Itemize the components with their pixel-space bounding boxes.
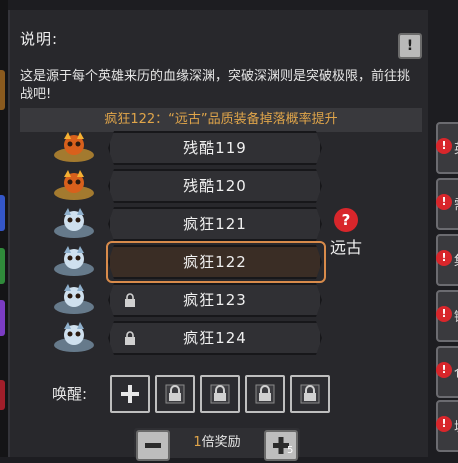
- floor-button[interactable]: 残酷120: [108, 169, 322, 203]
- left-gem: [0, 300, 5, 336]
- ice-skull-icon: [54, 246, 94, 276]
- left-gem: [0, 248, 5, 284]
- alert-badge: !: [436, 138, 452, 154]
- multiplier-value: 1: [193, 435, 202, 450]
- ice-skull-icon: [54, 322, 94, 352]
- floor-button[interactable]: 残酷119: [108, 131, 322, 165]
- left-gem: [0, 70, 5, 110]
- left-gem: [0, 380, 5, 410]
- side-tab-label: 城: [454, 416, 458, 435]
- floor-row[interactable]: 疯狂124: [50, 321, 330, 353]
- ice-skull-icon: [54, 208, 94, 238]
- drop-bonus-banner: 疯狂122：“远古”品质装备掉落概率提升: [20, 108, 422, 132]
- floor-button[interactable]: 疯狂122: [108, 245, 322, 279]
- alert-badge: !: [436, 306, 452, 322]
- awaken-locked-slot[interactable]: [200, 375, 240, 413]
- multiplier-minus-button[interactable]: [136, 430, 170, 461]
- floor-label: 疯狂123: [183, 291, 247, 309]
- awaken-add-slot[interactable]: [110, 375, 150, 413]
- floor-label: 疯狂122: [183, 253, 247, 271]
- side-tab[interactable]: !英: [436, 122, 458, 174]
- floor-row[interactable]: 残酷120: [50, 169, 330, 201]
- lock-icon: [210, 384, 230, 404]
- side-tab[interactable]: !仓: [436, 346, 458, 398]
- multiplier-label: 1倍奖励: [170, 432, 264, 454]
- minus-icon: [145, 443, 161, 448]
- quality-label: 远古: [330, 238, 363, 257]
- lock-icon: [165, 384, 185, 404]
- floor-label: 疯狂124: [183, 329, 247, 347]
- floor-button[interactable]: 疯狂123: [108, 283, 322, 317]
- floor-label: 疯狂121: [183, 215, 247, 233]
- left-edge-strip: [0, 0, 8, 457]
- exclamation-icon: !: [406, 38, 414, 54]
- alert-badge: !: [436, 416, 452, 432]
- multiplier-text: 倍奖励: [201, 435, 241, 450]
- awaken-locked-slot[interactable]: [290, 375, 330, 413]
- fire-skull-icon: [54, 170, 94, 200]
- floor-row[interactable]: 疯狂122: [50, 245, 330, 277]
- side-tab[interactable]: !锻: [436, 290, 458, 342]
- left-gem: [0, 195, 5, 231]
- plus-icon: [121, 385, 139, 403]
- side-tab-label: 需: [454, 194, 458, 213]
- awaken-label: 唤醒:: [52, 385, 88, 403]
- alert-badge: !: [436, 362, 452, 378]
- info-button[interactable]: !: [398, 33, 422, 59]
- lock-icon: [300, 384, 320, 404]
- panel-title: 说明:: [20, 30, 59, 48]
- side-tab-label: 锻: [454, 306, 458, 325]
- awaken-locked-slot[interactable]: [155, 375, 195, 413]
- lock-icon: [255, 384, 275, 404]
- alert-badge: !: [436, 250, 452, 266]
- side-tab-label: 英: [454, 138, 458, 157]
- floor-button[interactable]: 疯狂121: [108, 207, 322, 241]
- panel-description: 这是源于每个英雄来历的血缘深渊，突破深渊则是突破极限，前往挑战吧!: [20, 69, 411, 102]
- side-tab-label: 仓: [454, 362, 458, 381]
- alert-badge: !: [436, 194, 452, 210]
- floor-row[interactable]: 残酷119: [50, 131, 330, 163]
- side-tab-label: 集: [454, 250, 458, 269]
- ice-skull-icon: [54, 284, 94, 314]
- multiplier-corner-label: 5: [287, 445, 294, 456]
- side-tab[interactable]: !集: [436, 234, 458, 286]
- floor-label: 残酷119: [183, 139, 247, 157]
- floor-row[interactable]: 疯狂123: [50, 283, 330, 315]
- floor-label: 残酷120: [183, 177, 247, 195]
- floor-button[interactable]: 疯狂124: [108, 321, 322, 355]
- side-tab[interactable]: !需: [436, 178, 458, 230]
- fire-skull-icon: [54, 132, 94, 162]
- awaken-locked-slot[interactable]: [245, 375, 285, 413]
- floor-row[interactable]: 疯狂121: [50, 207, 330, 239]
- question-badge[interactable]: ?: [334, 208, 358, 232]
- side-tab[interactable]: !城: [436, 400, 458, 452]
